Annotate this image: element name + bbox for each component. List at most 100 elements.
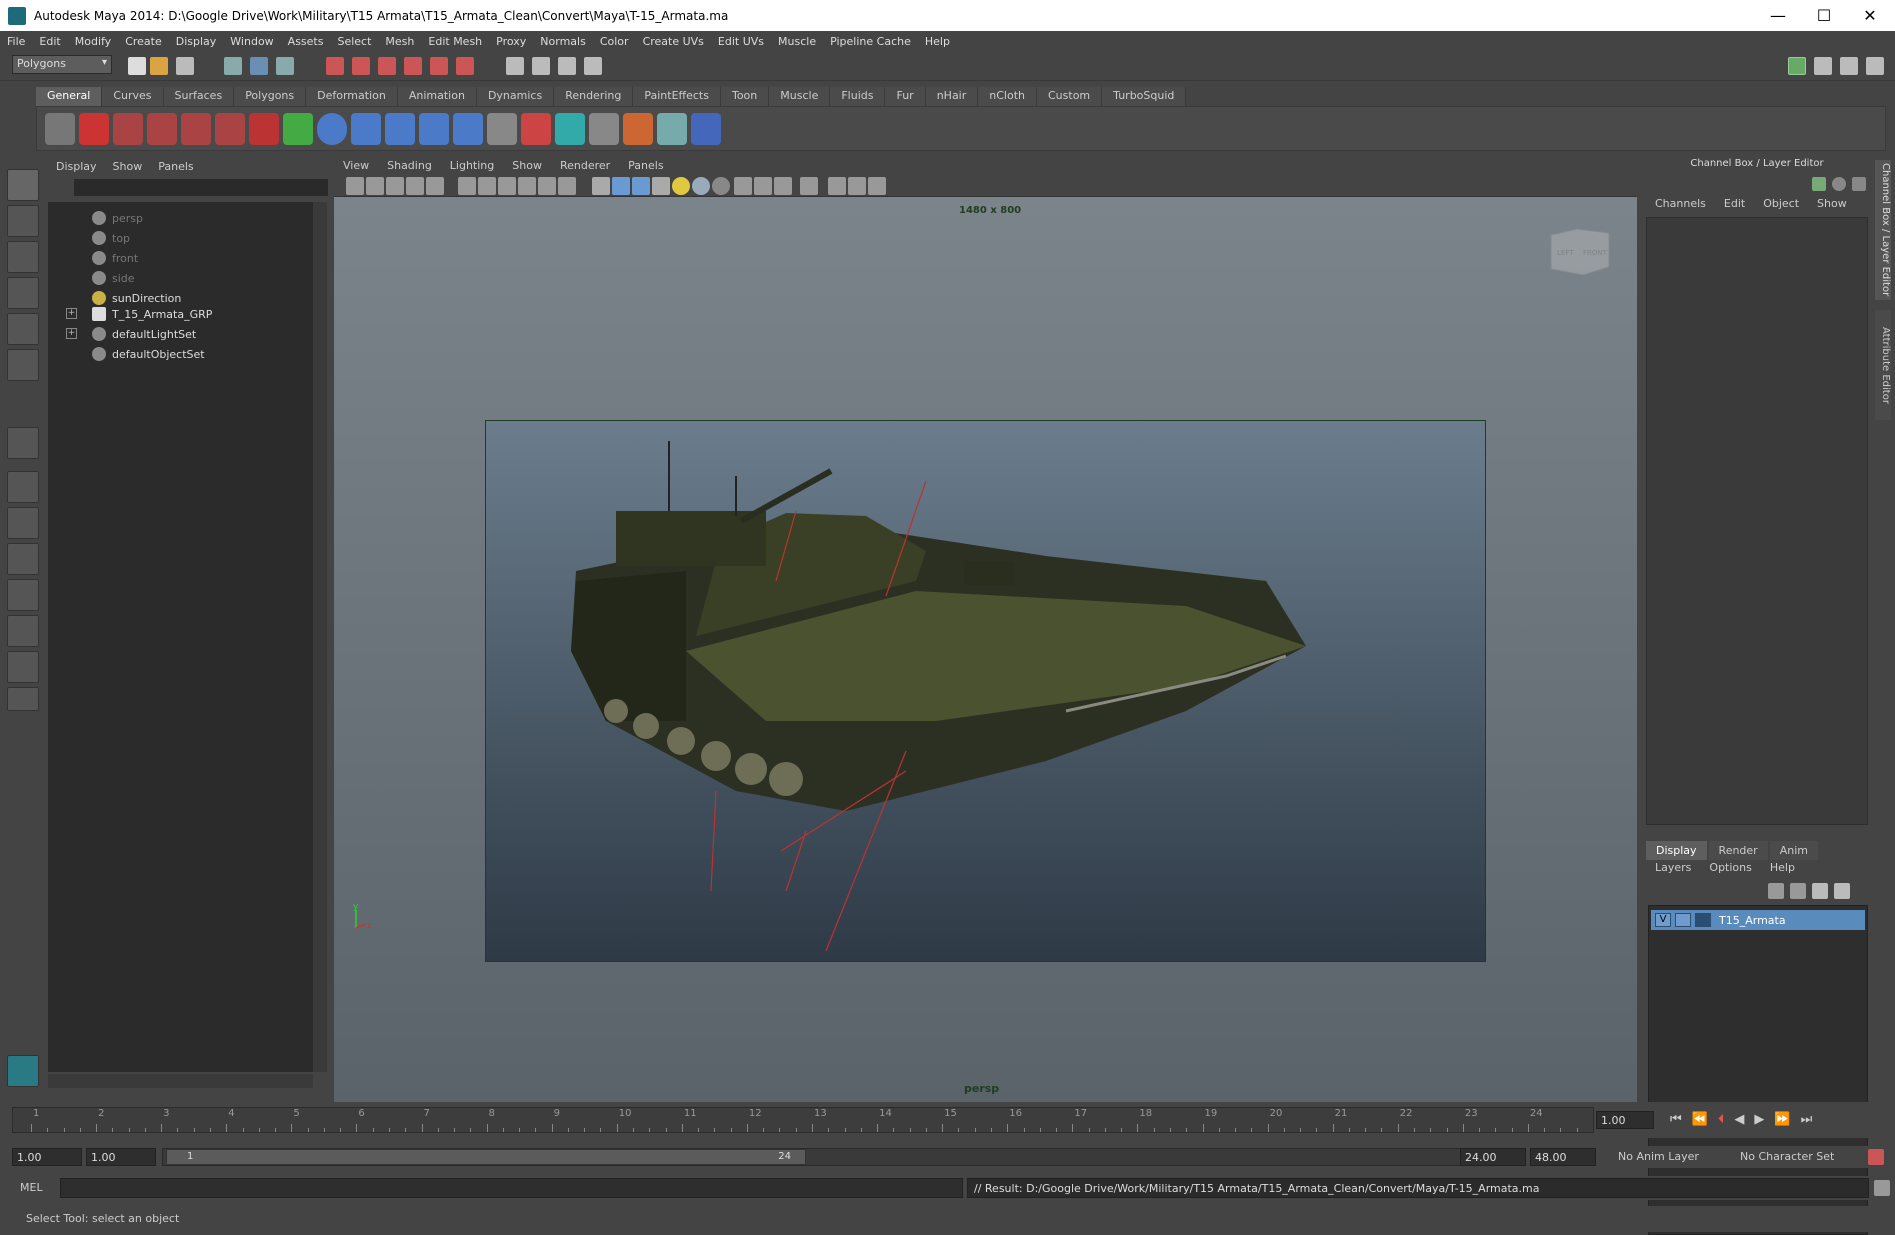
resolution-gate-icon[interactable]: [478, 177, 496, 195]
channel-menu-show[interactable]: Show: [1808, 197, 1856, 210]
layer-move-down-icon[interactable]: [1790, 883, 1806, 899]
viewport-menu-renderer[interactable]: Renderer: [551, 159, 619, 172]
brush-icon[interactable]: [623, 113, 653, 145]
shelf-tab-ncloth[interactable]: nCloth: [978, 87, 1037, 106]
four-pane-layout-icon[interactable]: [7, 507, 39, 539]
channel-lock-icon[interactable]: [1832, 177, 1846, 191]
menu-select[interactable]: Select: [330, 35, 378, 48]
step-back-frame-icon[interactable]: ⏪: [1692, 1112, 1708, 1127]
outliner-item-defaultlightset[interactable]: defaultLightSet: [92, 324, 196, 344]
expand-icon[interactable]: +: [66, 308, 77, 319]
outliner-menu-display[interactable]: Display: [48, 160, 105, 173]
show-attribute-editor-icon[interactable]: [1814, 57, 1832, 75]
joint-icon[interactable]: [181, 113, 211, 145]
lattice-icon[interactable]: [657, 113, 687, 145]
layer-menu-options[interactable]: Options: [1700, 861, 1760, 874]
viewport-menu-show[interactable]: Show: [503, 159, 551, 172]
select-tool-icon[interactable]: [7, 169, 39, 201]
hypershade-layout-icon[interactable]: [7, 615, 39, 647]
shelf-tab-dynamics[interactable]: Dynamics: [476, 87, 555, 106]
ik-icon[interactable]: [453, 113, 483, 145]
menu-create-uvs[interactable]: Create UVs: [636, 35, 711, 48]
menu-edit-uvs[interactable]: Edit UVs: [711, 35, 771, 48]
snap-surface-icon[interactable]: [430, 57, 448, 75]
move-tool-icon[interactable]: [7, 277, 39, 309]
rotate-tool-icon[interactable]: [7, 313, 39, 345]
mode-selector[interactable]: Polygons: [12, 55, 112, 74]
constraint-icon[interactable]: [419, 113, 449, 145]
shelf-tab-fur[interactable]: Fur: [885, 87, 926, 106]
shelf-tab-fluids[interactable]: Fluids: [830, 87, 886, 106]
playback-end-field[interactable]: 24.00: [1460, 1148, 1526, 1166]
menu-window[interactable]: Window: [223, 35, 280, 48]
current-frame-field[interactable]: 1.00: [1596, 1111, 1654, 1129]
animation-end-field[interactable]: 48.00: [1530, 1148, 1596, 1166]
outliner-filter-field[interactable]: [74, 179, 328, 196]
minimize-button[interactable]: —: [1755, 0, 1801, 31]
script-editor-icon[interactable]: [1874, 1180, 1890, 1196]
render-settings-icon[interactable]: [584, 57, 602, 75]
layer-move-up-icon[interactable]: [1768, 883, 1784, 899]
shelf-tab-curves[interactable]: Curves: [102, 87, 164, 106]
select-object-icon[interactable]: [250, 57, 268, 75]
layer-visibility-toggle[interactable]: V: [1655, 913, 1671, 927]
show-modeling-toolkit-icon[interactable]: [1788, 57, 1806, 75]
lasso-tool-icon[interactable]: [7, 205, 39, 237]
new-layer-icon[interactable]: [1812, 883, 1828, 899]
character-icon[interactable]: [113, 113, 143, 145]
channel-menu-edit[interactable]: Edit: [1715, 197, 1754, 210]
camera-attributes-icon[interactable]: [366, 177, 384, 195]
image-plane-icon[interactable]: [406, 177, 424, 195]
outliner-menu-show[interactable]: Show: [105, 160, 151, 173]
outliner-menu-panels[interactable]: Panels: [150, 160, 201, 173]
channel-menu-channels[interactable]: Channels: [1646, 197, 1715, 210]
outliner-item-front[interactable]: front: [92, 248, 138, 268]
rig-icon[interactable]: [147, 113, 177, 145]
menu-normals[interactable]: Normals: [533, 35, 593, 48]
film-reel-icon[interactable]: [45, 113, 75, 145]
character-set-dropdown[interactable]: No Character Set: [1740, 1150, 1860, 1163]
command-input[interactable]: [60, 1178, 963, 1198]
step-forward-key-icon[interactable]: ⏩: [1774, 1112, 1790, 1127]
viewport-menu-lighting[interactable]: Lighting: [441, 159, 503, 172]
viewport-menu-panels[interactable]: Panels: [619, 159, 672, 172]
layer-menu-help[interactable]: Help: [1761, 861, 1804, 874]
expand-icon[interactable]: +: [66, 328, 77, 339]
save-scene-icon[interactable]: [176, 57, 194, 75]
shelf-tab-surfaces[interactable]: Surfaces: [163, 87, 235, 106]
manipulator-icon[interactable]: [691, 113, 721, 145]
range-bar-handle[interactable]: 1 24: [166, 1149, 806, 1165]
cube-icon[interactable]: [555, 113, 585, 145]
snap-view-icon[interactable]: [456, 57, 474, 75]
side-tab-attribute-editor[interactable]: Attribute Editor: [1875, 310, 1891, 420]
locator-icon[interactable]: [351, 113, 381, 145]
hud-icon[interactable]: [868, 177, 886, 195]
layer-tab-anim[interactable]: Anim: [1769, 841, 1818, 860]
menu-display[interactable]: Display: [169, 35, 224, 48]
channel-pencil-icon[interactable]: [1852, 177, 1866, 191]
anim-layer-dropdown[interactable]: No Anim Layer: [1618, 1150, 1728, 1163]
smooth-shade-icon[interactable]: [612, 177, 630, 195]
field-chart-icon[interactable]: [518, 177, 536, 195]
menu-assets[interactable]: Assets: [281, 35, 331, 48]
magnet-icon[interactable]: [249, 113, 279, 145]
auto-key-icon[interactable]: [1868, 1149, 1884, 1165]
isolate-select-icon[interactable]: [800, 177, 818, 195]
snap-curve-icon[interactable]: [352, 57, 370, 75]
bookmark-icon[interactable]: [386, 177, 404, 195]
shelf-tab-rendering[interactable]: Rendering: [554, 87, 634, 106]
layer-menu-layers[interactable]: Layers: [1646, 861, 1700, 874]
layer-display-type-toggle[interactable]: [1675, 913, 1691, 927]
help-question-icon[interactable]: [79, 113, 109, 145]
shelf-tab-deformation[interactable]: Deformation: [306, 87, 398, 106]
scale-tool-icon[interactable]: [7, 349, 39, 381]
shelf-tab-nhair[interactable]: nHair: [925, 87, 979, 106]
shelf-tab-painteffects[interactable]: PaintEffects: [633, 87, 721, 106]
film-gate-icon[interactable]: [458, 177, 476, 195]
render-view-icon[interactable]: [506, 57, 524, 75]
close-button[interactable]: ✕: [1847, 0, 1893, 31]
render-cube-icon[interactable]: [589, 113, 619, 145]
menu-help[interactable]: Help: [918, 35, 957, 48]
script-language-label[interactable]: MEL: [20, 1181, 43, 1194]
paint-select-tool-icon[interactable]: [7, 241, 39, 273]
